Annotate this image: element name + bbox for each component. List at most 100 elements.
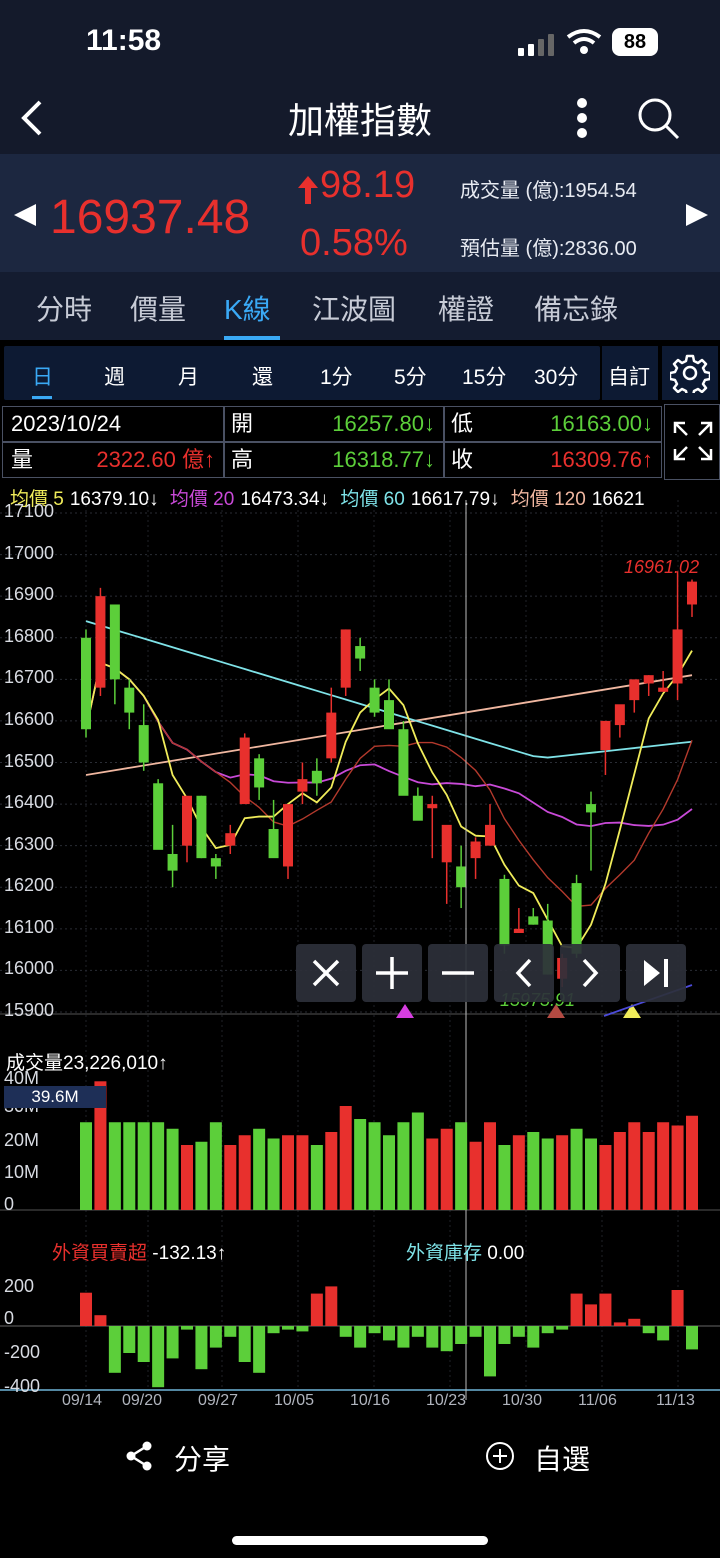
price-tick-label: 16200 [4, 875, 55, 896]
custom-period-button[interactable]: 自訂 [602, 346, 658, 400]
period-15min[interactable]: 15分 [462, 361, 506, 391]
candle [326, 712, 337, 759]
volume-bar [628, 1122, 641, 1210]
volume-tick-label: 0 [4, 1194, 15, 1214]
volume-bar [599, 1145, 612, 1210]
close-chart-button[interactable] [296, 944, 356, 1002]
candle [138, 725, 149, 763]
zoom-out-button[interactable] [428, 944, 488, 1002]
price-tick-label: 17000 [4, 542, 55, 563]
period-bar: 日 週 月 還 1分 5分 15分 30分 [4, 346, 600, 400]
chevron-left-icon [515, 958, 532, 988]
period-day[interactable]: 日 [32, 361, 53, 391]
zoom-in-button[interactable] [362, 944, 422, 1002]
status-bar: 11:58 88 [0, 0, 720, 86]
candle [600, 720, 611, 751]
chevron-right-icon [582, 958, 599, 988]
period-1min[interactable]: 1分 [320, 361, 353, 391]
candle [629, 679, 640, 701]
candle [427, 804, 438, 809]
foreign-net-bar [282, 1326, 294, 1330]
foreign-net-bar [628, 1318, 641, 1326]
foreign-net-bar [671, 1290, 684, 1326]
foreign-net-bar [296, 1326, 309, 1332]
tab-memo[interactable]: 備忘錄 [534, 288, 618, 328]
vol-value: 2322.60 億↑ [96, 447, 215, 472]
active-tab-indicator [224, 336, 280, 340]
foreign-net-bar [354, 1326, 367, 1348]
ohlc-vol-cell: 量 2322.60 億↑ [2, 442, 224, 478]
volume-bar [498, 1145, 511, 1210]
scroll-end-button[interactable] [626, 944, 686, 1002]
scroll-left-button[interactable] [494, 944, 554, 1002]
volume-bar [527, 1132, 540, 1210]
scroll-right-button[interactable] [560, 944, 620, 1002]
volume-bar [123, 1122, 136, 1210]
foreign-net-bar [498, 1326, 511, 1344]
volume-bar [181, 1145, 193, 1210]
volume-bar [253, 1128, 266, 1210]
price-tick-label: 17100 [4, 501, 55, 521]
foreign-net-bar [368, 1326, 381, 1334]
period-month[interactable]: 月 [178, 361, 199, 391]
foreign-tick-label: -200 [4, 1342, 41, 1362]
candle [499, 878, 510, 946]
price-tick-label: 16400 [4, 792, 55, 813]
foreign-net-bar [585, 1304, 597, 1326]
foreign-tick-label: 200 [4, 1276, 35, 1296]
period-30min[interactable]: 30分 [534, 361, 578, 391]
candle [528, 916, 539, 925]
candle [109, 604, 120, 680]
foreign-net-bar [325, 1286, 338, 1326]
tab-wave-chart[interactable]: 江波圖 [312, 288, 396, 328]
tab-intraday[interactable]: 分時 [36, 288, 92, 328]
foreign-net-bar [253, 1326, 266, 1373]
foreign-net-bar [181, 1326, 193, 1330]
add-watchlist-button[interactable]: 自選 [484, 1436, 604, 1476]
next-arrow-icon[interactable] [684, 202, 710, 228]
date-tick-label: 10/05 [274, 1392, 315, 1409]
close-value: 16309.76↑ [550, 447, 653, 472]
fullscreen-button[interactable] [664, 404, 720, 480]
price-tick-label: 15900 [4, 1000, 55, 1020]
bottom-bar: 分享 自選 [0, 1416, 720, 1558]
period-5min[interactable]: 5分 [394, 361, 427, 391]
ohlc-close-cell: 收 16309.76↑ [444, 442, 662, 478]
candle [268, 829, 279, 859]
volume-bar [137, 1122, 150, 1210]
volume-bar [556, 1135, 569, 1210]
search-icon[interactable] [636, 96, 680, 140]
settings-button[interactable] [662, 346, 718, 400]
price-tick-label: 16600 [4, 708, 55, 729]
candle [456, 866, 467, 888]
foreign-net-bar [556, 1326, 569, 1330]
date-tick-label: 09/20 [122, 1392, 163, 1409]
candle [355, 646, 366, 659]
tab-price-volume[interactable]: 價量 [130, 288, 186, 328]
candle [369, 687, 380, 713]
candle [412, 795, 423, 821]
volume-bar [152, 1122, 165, 1210]
date-tick-label: 11/06 [578, 1392, 617, 1409]
foreign-net-bar [209, 1326, 222, 1348]
period-adjusted[interactable]: 還 [252, 361, 273, 391]
volume-bar [354, 1119, 367, 1210]
foreign-net-bar [339, 1326, 352, 1337]
prev-arrow-icon[interactable] [12, 202, 38, 228]
foreign-net-bar [541, 1326, 554, 1334]
share-button[interactable]: 分享 [124, 1436, 244, 1476]
custom-label: 自訂 [608, 366, 650, 389]
tab-warrants[interactable]: 權證 [438, 288, 494, 328]
candle [124, 687, 135, 713]
tab-kline[interactable]: K線 [224, 288, 271, 328]
date-tick-label: 10/23 [426, 1392, 467, 1409]
candle [658, 687, 669, 692]
foreign-net-bar [570, 1293, 583, 1326]
event-marker [396, 1004, 414, 1018]
foreign-net-bar [108, 1326, 121, 1373]
more-icon[interactable] [572, 96, 592, 140]
minus-icon [442, 971, 474, 975]
period-week[interactable]: 週 [104, 361, 125, 391]
high-marker: 16961.02 [624, 557, 700, 577]
foreign-net-bar [686, 1326, 698, 1350]
